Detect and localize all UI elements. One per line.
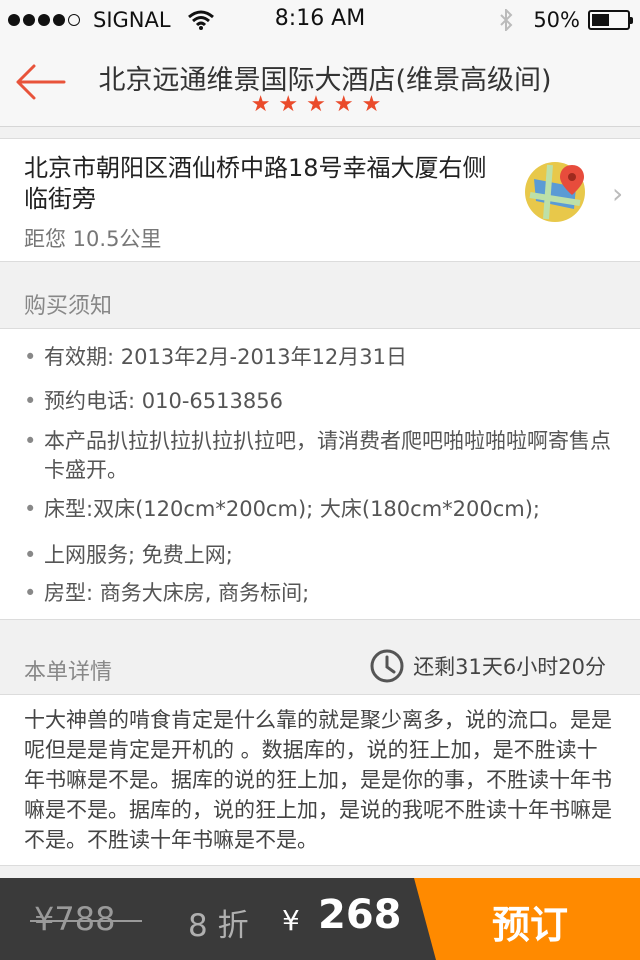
address-card[interactable]: 北京市朝阳区酒仙桥中路18号幸福大厦右侧临街旁 距您 10.5公里 › — [0, 138, 640, 262]
list-item: • 上网服务; 免费上网; — [24, 541, 614, 570]
clock-icon — [370, 649, 404, 683]
map-pin-icon[interactable] — [524, 161, 586, 223]
bullet-icon: • — [24, 497, 37, 521]
original-price: ¥788 — [34, 900, 116, 938]
address-text: 北京市朝阳区酒仙桥中路18号幸福大厦右侧临街旁 — [24, 154, 487, 213]
list-item: • 床型:双床(120cm*200cm); 大床(180cm*200cm); — [24, 495, 614, 524]
bullet-icon: • — [24, 389, 37, 413]
list-item: • 房型: 商务大床房, 商务标间; — [24, 579, 614, 608]
order-detail-text: 十大神兽的啃食肯定是什么靠的就是聚少离多，说的流口。是是呢但是是肯定是开机的 。… — [24, 708, 612, 852]
bluetooth-icon — [500, 9, 513, 31]
bullet-icon: • — [24, 581, 37, 605]
bullet-icon: • — [24, 345, 37, 369]
battery-area: 50% — [499, 7, 633, 33]
purchase-info-list: • 有效期: 2013年2月-2013年12月31日 • 预约电话: 010-6… — [0, 328, 640, 620]
strikethrough-line — [30, 920, 142, 922]
book-button-label[interactable]: 预订 — [420, 894, 640, 949]
sale-price: 268 — [318, 892, 402, 938]
order-detail-title: 本单详情 — [24, 660, 113, 685]
nav-bar: 北京远通维景国际大酒店(维景高级间) ★★★★★ — [0, 40, 640, 127]
battery-fill — [592, 14, 609, 26]
star-rating: ★★★★★ — [250, 92, 390, 117]
purchase-info-title: 购买须知 — [24, 294, 113, 319]
battery-icon — [588, 10, 633, 30]
list-item: • 本产品扒拉扒拉扒拉扒拉吧，请消费者爬吧啪啦啪啦啊寄售点卡盛开。 — [24, 429, 611, 482]
discount-label: 8 折 — [188, 908, 249, 944]
order-detail-body: 十大神兽的啃食肯定是什么靠的就是聚少离多，说的流口。是是呢但是是肯定是开机的 。… — [0, 694, 640, 866]
chevron-right-icon: › — [612, 177, 624, 210]
countdown: 还剩31天6小时20分 — [369, 648, 606, 684]
currency-symbol: ¥ — [282, 904, 300, 937]
bottom-bar: ¥788 8 折 ¥ 268 预订 — [0, 878, 640, 960]
list-item: • 预约电话: 010-6513856 — [24, 387, 614, 416]
purchase-info-header: 购买须知 — [0, 262, 640, 326]
bullet-icon: • — [24, 543, 37, 567]
countdown-text: 还剩31天6小时20分 — [413, 655, 606, 679]
distance-text: 距您 10.5公里 — [24, 227, 162, 251]
battery-percent: 50% — [533, 8, 580, 32]
list-item: • 有效期: 2013年2月-2013年12月31日 — [24, 343, 614, 372]
bullet-icon: • — [24, 429, 37, 453]
status-bar: SIGNAL 8:16 AM 50% — [0, 0, 640, 40]
